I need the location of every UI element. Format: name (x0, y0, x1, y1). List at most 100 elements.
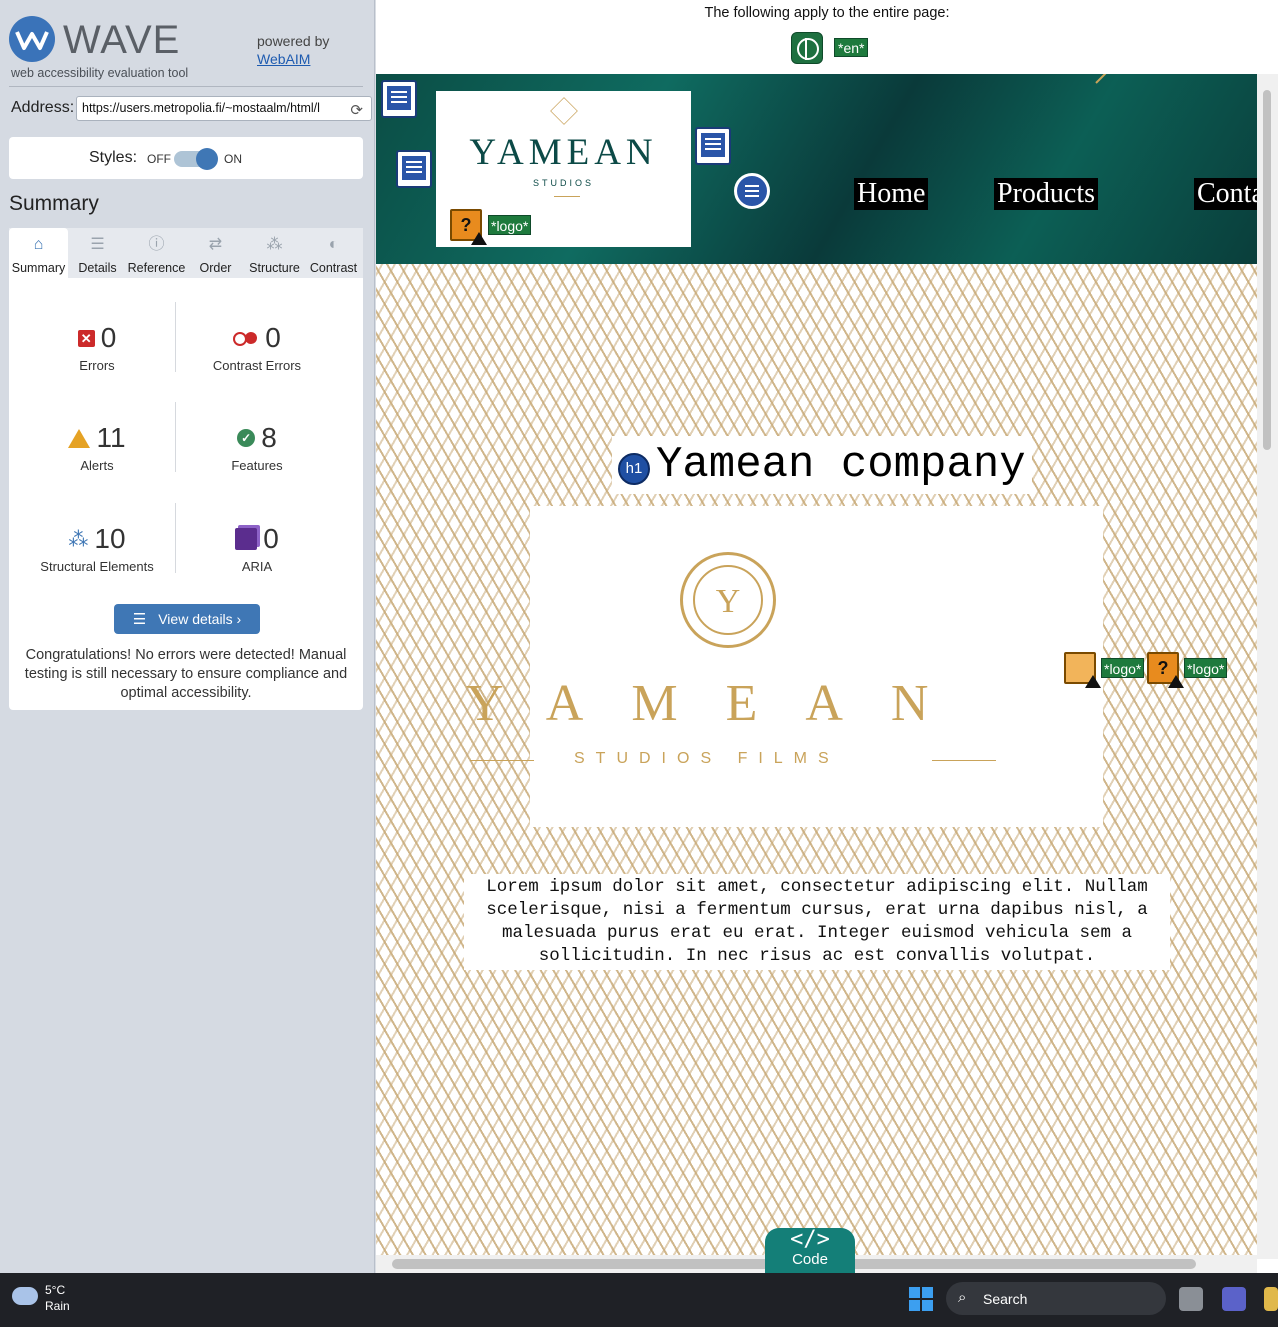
stat-contrast-errors[interactable]: 0 Contrast Errors (177, 322, 337, 373)
stat-alerts[interactable]: 11 Alerts (17, 422, 177, 473)
powered-by: powered by WebAIM (257, 33, 329, 67)
alerts-label: Alerts (80, 458, 114, 473)
webaim-link[interactable]: WebAIM (257, 51, 329, 67)
code-icon: </> (790, 1227, 830, 1252)
weather-rain-icon[interactable] (12, 1287, 38, 1305)
feature-check-icon: ✓ (237, 429, 256, 447)
language-badge: *en* (834, 38, 869, 57)
unordered-list-icon[interactable] (734, 173, 770, 209)
h1-icon[interactable]: h1 (618, 453, 650, 485)
summary-panel: ✕ 0 Errors 0 Contrast Errors 11 Alerts ✓ 8… (9, 278, 363, 710)
windows-start-icon[interactable] (909, 1287, 933, 1311)
tab-order[interactable]: ⇄ Order (186, 228, 245, 278)
aria-label: ARIA (241, 559, 273, 574)
view-details-button[interactable]: ☰ View details › (114, 604, 260, 634)
stat-features[interactable]: ✓ 8 Features (177, 422, 337, 473)
warning-icon (1168, 675, 1184, 688)
tab-label: Order (199, 261, 232, 275)
tab-label: Reference (127, 261, 186, 275)
tab-label: Details (78, 261, 117, 275)
features-count: 8 (261, 422, 277, 453)
contrast-icon: ◐ (328, 236, 339, 253)
features-label: Features (231, 458, 283, 473)
wave-logo-icon (9, 16, 55, 62)
start-tile (922, 1287, 933, 1298)
tab-structure[interactable]: ⁂ Structure (245, 228, 304, 278)
summary-heading: Summary (9, 192, 99, 215)
site-content: YAMEAN STUDIOS ? *logo* Home Products Co… (376, 74, 1257, 1259)
intro-paragraph: Lorem ipsum dolor sit amet, consectetur … (464, 874, 1170, 970)
alt-text-badge: *logo* (1101, 658, 1145, 678)
task-view-icon[interactable] (1179, 1287, 1203, 1311)
weather-condition[interactable]: Rain (45, 1299, 70, 1313)
tab-label: Contrast (309, 261, 358, 275)
errors-label: Errors (79, 358, 115, 373)
taskbar-search[interactable]: ⌕ Search (946, 1282, 1166, 1315)
tab-reference[interactable]: ⓘ Reference (127, 228, 186, 278)
tab-contrast[interactable]: ◐ Contrast (304, 228, 363, 278)
hero-logo-image: Y YAMEAN STUDIOS FILMS (466, 506, 1103, 827)
diamond-icon (550, 97, 578, 125)
scroll-thumb[interactable] (1263, 90, 1271, 450)
weather-temperature[interactable]: 5°C (45, 1283, 65, 1297)
hero-title: YAMEAN (466, 675, 977, 732)
view-details-label: View details › (158, 611, 242, 627)
styles-toggle-card: Styles: OFF ON (9, 137, 363, 179)
site-header: YAMEAN STUDIOS ? *logo* Home Products Co… (376, 74, 1257, 264)
tab-details[interactable]: ☰ Details (68, 228, 127, 278)
stat-structural[interactable]: ⁂ 10 Structural Elements (17, 523, 177, 574)
wave-title: WAVE (63, 18, 181, 62)
structure-icon: ⁂ (68, 528, 89, 551)
header-region-icon[interactable] (396, 150, 432, 188)
start-tile (909, 1300, 920, 1311)
tab-summary[interactable]: ⌂ Summary (9, 228, 68, 278)
page-viewport: The following apply to the entire page: … (376, 0, 1278, 1273)
order-icon: ⇄ (208, 236, 223, 253)
address-value: https://users.metropolia.fi/~mostaalm/ht… (82, 101, 320, 115)
reload-icon[interactable]: ⟳ (350, 101, 363, 119)
powered-by-label: powered by (257, 33, 330, 49)
heading-text: Yamean company (656, 440, 1026, 490)
vertical-scrollbar[interactable] (1257, 74, 1278, 1259)
suspicious-alt-icon[interactable]: ? (1147, 652, 1184, 688)
styles-toggle[interactable] (174, 148, 218, 170)
wave-header: WAVE web accessibility evaluation tool p… (0, 0, 375, 88)
address-input[interactable]: https://users.metropolia.fi/~mostaalm/ht… (76, 96, 372, 121)
header-region-icon[interactable] (381, 80, 417, 118)
address-bar: Address: https://users.metropolia.fi/~mo… (11, 96, 372, 122)
taskbar: 5°C Rain ⌕ Search (0, 1273, 1278, 1327)
site-logo[interactable]: YAMEAN STUDIOS ? *logo* (436, 91, 691, 247)
start-tile (909, 1287, 920, 1298)
suspicious-alt-icon[interactable]: ? (450, 209, 487, 245)
structural-count: 10 (94, 523, 126, 554)
toggle-knob (196, 148, 218, 170)
contrast-errors-label: Contrast Errors (212, 358, 302, 373)
styles-label: Styles: (89, 149, 138, 166)
stat-aria[interactable]: 0 ARIA (177, 523, 337, 574)
nav-link-products[interactable]: Products (994, 178, 1098, 210)
image-alert-icon[interactable] (1064, 652, 1101, 688)
nav-link-home[interactable]: Home (854, 178, 929, 210)
aria-count: 0 (263, 523, 279, 554)
warning-icon (471, 232, 487, 245)
styles-off-label: OFF (147, 152, 171, 166)
navigation-region-icon[interactable] (695, 127, 731, 165)
file-explorer-icon[interactable] (1264, 1287, 1278, 1311)
header-decoration (1095, 74, 1154, 84)
tab-label: Summary (11, 261, 66, 275)
teams-icon[interactable] (1222, 1287, 1246, 1311)
error-icon: ✕ (77, 329, 95, 347)
code-label: Code (792, 1251, 828, 1268)
logo-rule (554, 196, 580, 197)
language-globe-icon[interactable] (791, 32, 823, 64)
emblem-letter: Y (693, 565, 763, 635)
code-toggle-button[interactable]: </> Code (765, 1228, 855, 1273)
nav-link-contact[interactable]: Conta (1194, 178, 1257, 210)
page-level-bar: The following apply to the entire page: … (376, 0, 1278, 74)
contrast-error-icon (233, 331, 259, 346)
panel-tabs: ⌂ Summary ☰ Details ⓘ Reference ⇄ Order … (9, 228, 363, 278)
warning-icon (1085, 675, 1101, 688)
home-icon: ⌂ (33, 236, 44, 253)
header-divider (9, 86, 363, 87)
stat-errors[interactable]: ✕ 0 Errors (17, 322, 177, 373)
